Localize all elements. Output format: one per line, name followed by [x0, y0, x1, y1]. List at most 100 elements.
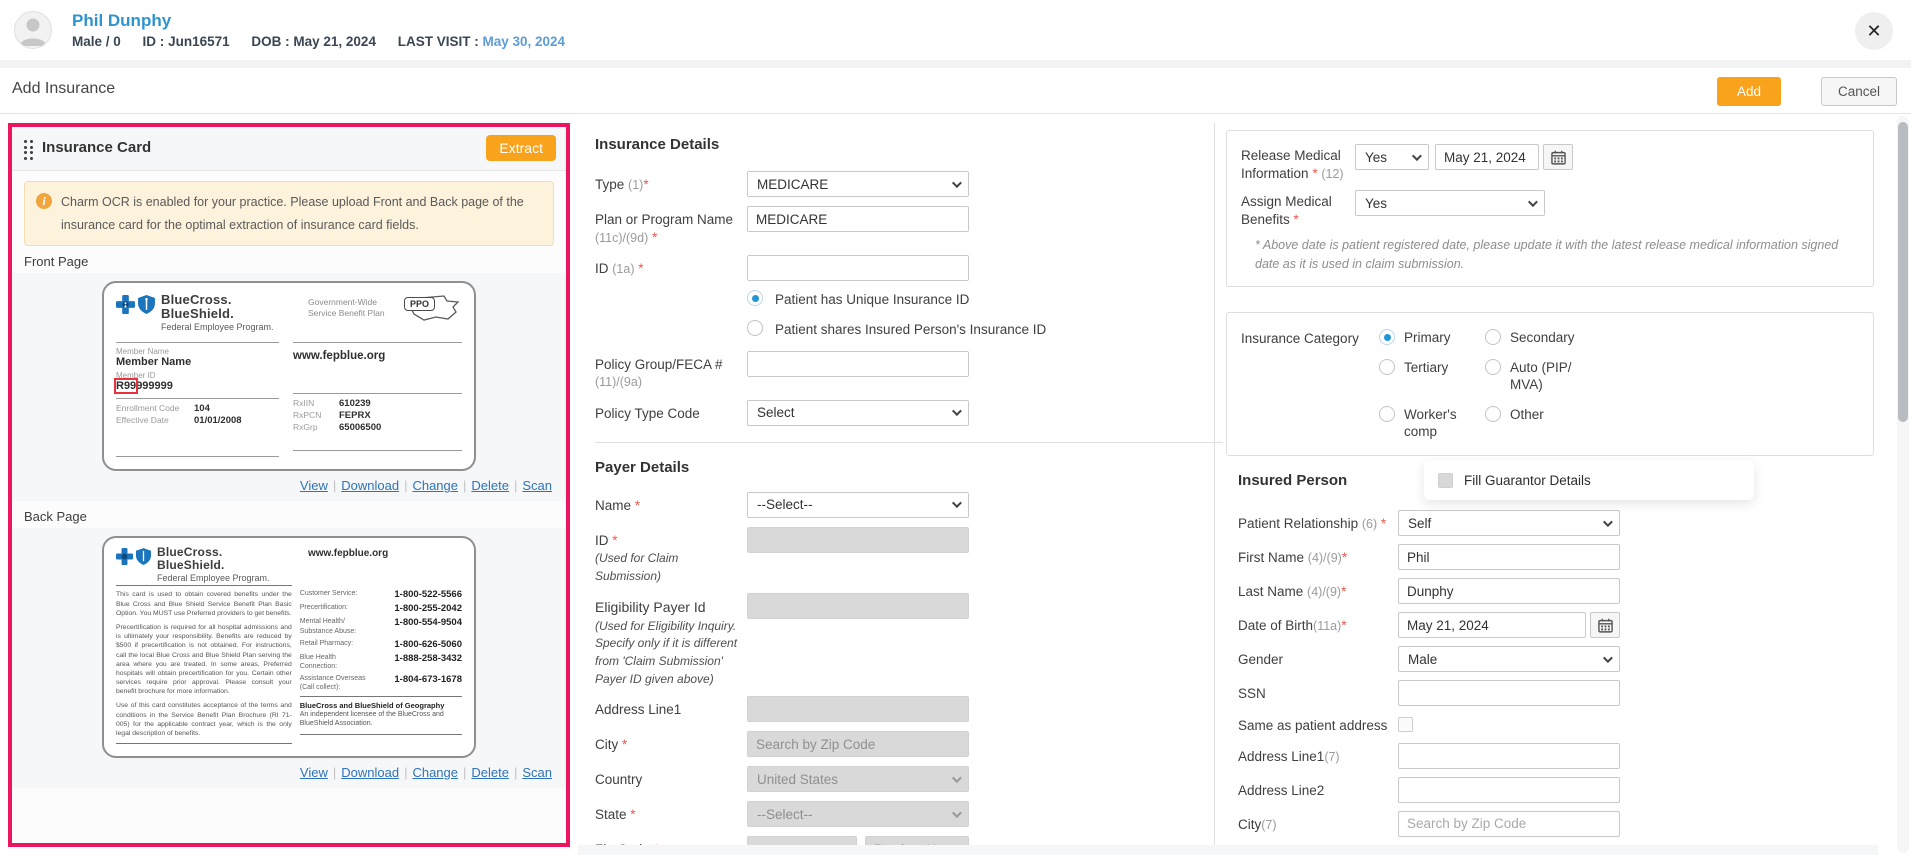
chevron-down-icon: [952, 498, 962, 508]
patient-relationship-label: Patient Relationship (6) *: [1238, 510, 1398, 536]
release-date-note: * Above date is patient registered date,…: [1255, 236, 1859, 274]
front-scan-link[interactable]: Scan: [522, 478, 552, 493]
back-download-link[interactable]: Download: [341, 765, 399, 780]
insurance-details-column: Insurance Details Type (1)* MEDICARE Pla…: [595, 136, 1223, 855]
drag-handle-icon[interactable]: [24, 140, 33, 160]
release-medical-label: Release Medical Information * (12): [1241, 144, 1355, 182]
payer-name-label: Name *: [595, 492, 747, 518]
cancel-button[interactable]: Cancel: [1821, 77, 1897, 106]
category-secondary-option[interactable]: Secondary: [1485, 329, 1605, 347]
category-primary-option[interactable]: Primary: [1379, 329, 1485, 347]
patient-id-value: Jun16571: [168, 34, 230, 49]
type-select[interactable]: MEDICARE: [747, 171, 969, 197]
insured-dob-calendar-button[interactable]: [1590, 612, 1620, 638]
extract-button[interactable]: Extract: [486, 135, 556, 161]
calendar-icon: [1551, 150, 1566, 165]
release-date-calendar-button[interactable]: [1543, 144, 1573, 170]
auto-radio[interactable]: [1485, 359, 1501, 375]
category-workers-comp-option[interactable]: Worker's comp: [1379, 406, 1485, 441]
card-website: www.fepblue.org: [308, 548, 388, 559]
effective-date-label: Effective Date: [116, 415, 194, 426]
last-name-input[interactable]: [1398, 578, 1620, 604]
front-card-stage: BlueCross. BlueShield. Federal Employee …: [12, 273, 566, 501]
insured-dob-input[interactable]: [1398, 612, 1586, 638]
back-change-link[interactable]: Change: [412, 765, 458, 780]
effective-date-value: 01/01/2008: [194, 415, 242, 426]
shared-id-radio-option[interactable]: Patient shares Insured Person's Insuranc…: [747, 320, 1047, 340]
tertiary-radio[interactable]: [1379, 359, 1395, 375]
card-back-licensee: BlueCross and BlueShield of Geography An…: [300, 696, 462, 729]
release-date-input[interactable]: [1435, 144, 1539, 170]
front-page-label: Front Page: [24, 254, 566, 269]
payer-address1-input: [747, 696, 969, 722]
back-scan-link[interactable]: Scan: [522, 765, 552, 780]
back-paragraph-2: Precertification is required for all hos…: [116, 623, 292, 696]
ppo-label: PPO: [404, 297, 435, 311]
front-delete-link[interactable]: Delete: [471, 478, 509, 493]
insured-address2-input[interactable]: [1398, 777, 1620, 803]
payer-country-select: United States: [747, 766, 969, 792]
rxpcn-value: FEPRX: [339, 410, 371, 421]
insurance-card-panel: Insurance Card Extract i Charm OCR is en…: [8, 123, 570, 847]
last-visit-value[interactable]: May 30, 2024: [482, 34, 565, 49]
ssn-input[interactable]: [1398, 680, 1620, 706]
unique-id-radio-label: Patient has Unique Insurance ID: [775, 290, 969, 310]
insured-address1-input[interactable]: [1398, 743, 1620, 769]
unique-id-radio-option[interactable]: Patient has Unique Insurance ID: [747, 290, 1047, 310]
insurance-details-heading: Insurance Details: [595, 136, 1223, 153]
patient-name[interactable]: Phil Dunphy: [72, 10, 1911, 31]
fill-guarantor-checkbox[interactable]: [1438, 473, 1453, 488]
unique-id-radio[interactable]: [747, 290, 763, 306]
shared-id-radio-label: Patient shares Insured Person's Insuranc…: [775, 320, 1046, 340]
insured-address1-label: Address Line1(7): [1238, 743, 1398, 769]
card-back-phone-list: Customer Service:1-800-522-5566 Precerti…: [300, 585, 462, 748]
payer-name-select[interactable]: --Select--: [747, 492, 969, 518]
insurance-card-front-image[interactable]: BlueCross. BlueShield. Federal Employee …: [102, 281, 476, 471]
workers-comp-radio[interactable]: [1379, 406, 1395, 422]
category-auto-option[interactable]: Auto (PIP/ MVA): [1485, 359, 1605, 394]
back-page-label: Back Page: [24, 509, 566, 524]
front-change-link[interactable]: Change: [412, 478, 458, 493]
scrollbar-thumb[interactable]: [1898, 122, 1908, 422]
first-name-input[interactable]: [1398, 544, 1620, 570]
insured-person-section: Insured Person Fill Guarantor Details Pa…: [1226, 466, 1874, 837]
card-website: www.fepblue.org: [293, 347, 462, 362]
back-delete-link[interactable]: Delete: [471, 765, 509, 780]
plan-name-input[interactable]: [747, 206, 969, 232]
insured-city-input[interactable]: [1398, 811, 1620, 837]
release-medical-select[interactable]: Yes: [1355, 144, 1429, 170]
member-id-label: Member ID: [116, 371, 279, 380]
calendar-icon: [1598, 618, 1613, 633]
payer-state-select: --Select--: [747, 801, 969, 827]
category-tertiary-option[interactable]: Tertiary: [1379, 359, 1485, 394]
form-content: Insurance Card Extract i Charm OCR is en…: [0, 114, 1911, 855]
add-button[interactable]: Add: [1717, 77, 1781, 106]
same-address-checkbox[interactable]: [1398, 717, 1413, 732]
column-divider: [1214, 123, 1215, 855]
rxiin-label: RxIIN: [293, 398, 339, 409]
fill-guarantor-control[interactable]: Fill Guarantor Details: [1424, 460, 1754, 500]
patient-relationship-select[interactable]: Self: [1398, 510, 1620, 536]
secondary-radio[interactable]: [1485, 329, 1501, 345]
primary-radio[interactable]: [1379, 329, 1395, 345]
person-icon: [15, 12, 51, 48]
policy-group-input[interactable]: [747, 351, 969, 377]
front-view-link[interactable]: View: [300, 478, 328, 493]
other-radio[interactable]: [1485, 406, 1501, 422]
back-card-actions: View|Download|Change|Delete|Scan: [12, 758, 566, 788]
shared-id-radio[interactable]: [747, 320, 763, 336]
back-view-link[interactable]: View: [300, 765, 328, 780]
insurance-id-input[interactable]: [747, 255, 969, 281]
patient-dob-label: DOB :: [251, 34, 289, 49]
ocr-notice-text: Charm OCR is enabled for your practice. …: [61, 195, 524, 232]
plan-name-label: Plan or Program Name (11c)/(9d) *: [595, 206, 747, 246]
category-other-option[interactable]: Other: [1485, 406, 1605, 441]
vertical-scrollbar[interactable]: [1897, 116, 1909, 853]
insurance-card-back-image[interactable]: BlueCross. BlueShield. Federal Employee …: [102, 536, 476, 758]
gender-select[interactable]: Male: [1398, 646, 1620, 672]
policy-type-code-select[interactable]: Select: [747, 400, 969, 426]
assign-benefits-select[interactable]: Yes: [1355, 190, 1545, 216]
close-button[interactable]: ✕: [1855, 12, 1893, 50]
rxpcn-label: RxPCN: [293, 410, 339, 421]
front-download-link[interactable]: Download: [341, 478, 399, 493]
